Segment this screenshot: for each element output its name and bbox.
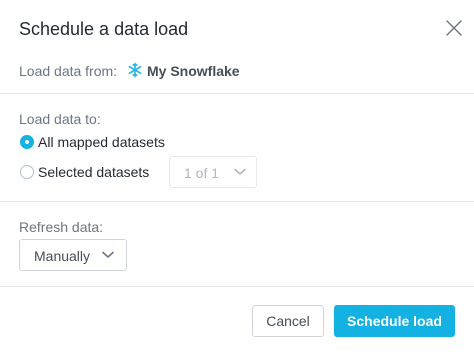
divider (0, 286, 474, 287)
option-selected-datasets-label[interactable]: Selected datasets (38, 164, 149, 180)
chevron-down-icon (102, 251, 114, 258)
refresh-frequency-dropdown[interactable]: Manually (19, 239, 127, 271)
source-name: My Snowflake (147, 63, 240, 79)
snowflake-icon (127, 62, 143, 78)
cancel-button[interactable]: Cancel (252, 305, 324, 337)
dialog-title: Schedule a data load (19, 19, 189, 39)
schedule-load-button[interactable]: Schedule load (334, 305, 455, 337)
dataset-count-value: 1 of 1 (184, 165, 220, 181)
dataset-count-dropdown[interactable]: 1 of 1 (169, 156, 257, 188)
source-label: Load data from: (19, 63, 118, 79)
close-icon[interactable] (445, 19, 463, 37)
load-to-label: Load data to: (19, 111, 101, 127)
divider (0, 93, 474, 94)
option-all-mapped-datasets-label[interactable]: All mapped datasets (38, 134, 165, 150)
radio-all-mapped-datasets[interactable] (20, 135, 34, 149)
radio-selected-datasets[interactable] (20, 165, 34, 179)
refresh-label: Refresh data: (19, 219, 104, 235)
refresh-frequency-value: Manually (34, 248, 91, 264)
chevron-down-icon (234, 168, 246, 175)
divider (0, 201, 474, 202)
